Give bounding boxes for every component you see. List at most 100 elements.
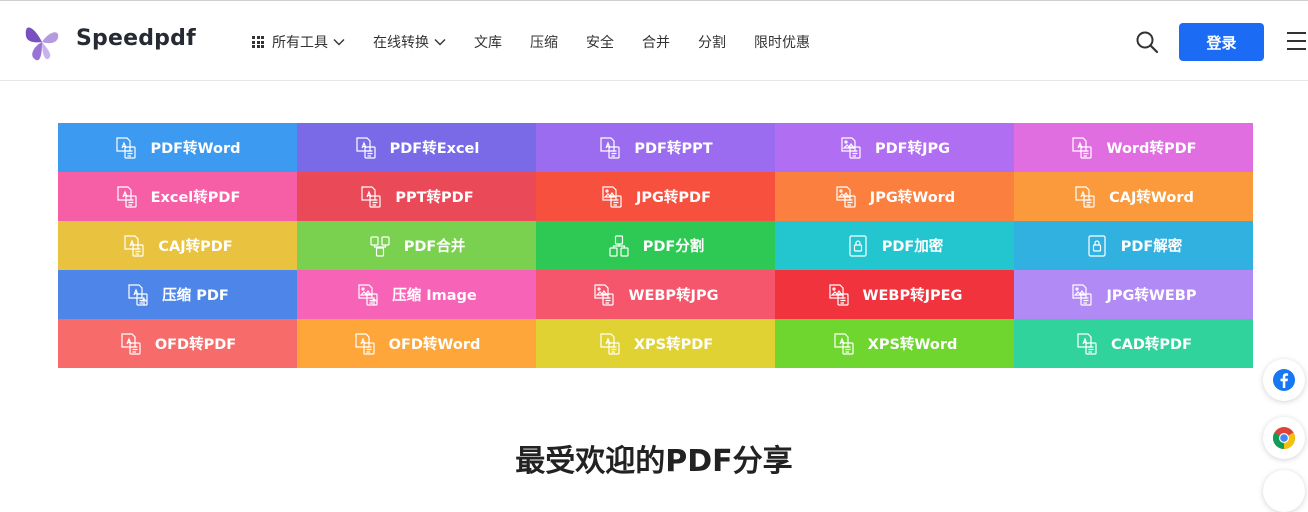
tool-tile-pdf-to-excel[interactable]: PDF转Excel <box>297 123 536 172</box>
pdf-decrypt-icon <box>1085 234 1121 258</box>
caj-to-word-icon <box>1073 185 1109 209</box>
tool-tile-ofd-to-pdf[interactable]: OFD转PDF <box>58 319 297 368</box>
xps-to-word-icon <box>832 332 868 356</box>
tool-tile-pdf-to-ppt[interactable]: PDF转PPT <box>536 123 775 172</box>
tool-tile-pdf-decrypt[interactable]: PDF解密 <box>1014 221 1253 270</box>
tool-label: CAD转PDF <box>1111 337 1192 353</box>
nav-item-split[interactable]: 分割 <box>698 31 726 53</box>
tool-tile-caj-to-pdf[interactable]: CAJ转PDF <box>58 221 297 270</box>
tool-tile-compress-image[interactable]: 压缩 Image <box>297 270 536 319</box>
nav-item-limited-offer[interactable]: 限时优惠 <box>754 31 810 53</box>
jpg-to-pdf-icon <box>600 185 636 209</box>
pdf-to-word-icon <box>114 136 150 160</box>
nav-item-label: 所有工具 <box>272 35 328 51</box>
section-title: 最受欢迎的PDF分享 <box>515 444 793 479</box>
facebook-share-button[interactable] <box>1263 359 1305 401</box>
tool-tile-cad-to-pdf[interactable]: CAD转PDF <box>1014 319 1253 368</box>
tool-label: CAJ转PDF <box>158 239 233 255</box>
compress-image-icon <box>356 283 392 307</box>
tool-tile-compress-pdf[interactable]: 压缩 PDF <box>58 270 297 319</box>
webp-to-jpeg-icon <box>827 283 863 307</box>
tool-label: WEBP转JPEG <box>862 288 963 304</box>
tool-tile-pdf-to-word[interactable]: PDF转Word <box>58 123 297 172</box>
nav-item-merge[interactable]: 合并 <box>642 31 670 53</box>
tool-label: Word转PDF <box>1106 141 1197 157</box>
chevron-down-icon <box>434 39 446 46</box>
excel-to-pdf-icon <box>115 185 151 209</box>
tool-label: CAJ转Word <box>1109 190 1194 206</box>
nav-item-label: 在线转换 <box>373 35 429 51</box>
tool-label: PDF合并 <box>403 239 466 255</box>
pdf-encrypt-icon <box>846 234 882 258</box>
grid-icon <box>252 36 264 48</box>
nav-item-library[interactable]: 文库 <box>474 31 502 53</box>
tool-tile-xps-to-pdf[interactable]: XPS转PDF <box>536 319 775 368</box>
caj-to-pdf-icon <box>122 234 158 258</box>
tool-label: PPT转PDF <box>395 190 474 206</box>
tool-label: 压缩 PDF <box>162 288 229 304</box>
butterfly-logo-icon[interactable] <box>20 22 64 62</box>
main-nav: 所有工具 在线转换 文库 压缩 安全 合并 分割 限时优惠 <box>252 31 838 53</box>
tool-label: WEBP转JPG <box>628 288 719 304</box>
word-to-pdf-icon <box>1070 136 1106 160</box>
tool-tile-caj-to-word[interactable]: CAJ转Word <box>1014 172 1253 221</box>
tool-label: JPG转WEBP <box>1106 288 1197 304</box>
chevron-down-icon <box>333 39 345 46</box>
login-button[interactable]: 登录 <box>1179 23 1264 61</box>
tool-tile-pdf-merge[interactable]: PDF合并 <box>297 221 536 270</box>
tool-label: PDF转PPT <box>634 141 713 157</box>
webp-to-jpg-icon <box>592 283 628 307</box>
tool-tile-jpg-to-pdf[interactable]: JPG转PDF <box>536 172 775 221</box>
tool-tile-ppt-to-pdf[interactable]: PPT转PDF <box>297 172 536 221</box>
tool-label: Excel转PDF <box>150 190 241 206</box>
tool-tile-pdf-encrypt[interactable]: PDF加密 <box>775 221 1014 270</box>
tool-label: OFD转Word <box>388 337 481 353</box>
ofd-to-word-icon <box>353 332 389 356</box>
cad-to-pdf-icon <box>1075 332 1111 356</box>
tool-tile-word-to-pdf[interactable]: Word转PDF <box>1014 123 1253 172</box>
jpg-to-webp-icon <box>1070 283 1106 307</box>
search-icon[interactable] <box>1135 30 1159 54</box>
chrome-share-button[interactable] <box>1263 417 1305 459</box>
tool-label: PDF解密 <box>1120 239 1183 255</box>
tool-tile-excel-to-pdf[interactable]: Excel转PDF <box>58 172 297 221</box>
pdf-to-ppt-icon <box>598 136 634 160</box>
tool-tile-webp-to-jpg[interactable]: WEBP转JPG <box>536 270 775 319</box>
hamburger-menu-icon[interactable] <box>1287 32 1306 52</box>
compress-pdf-icon <box>126 283 162 307</box>
xps-to-pdf-icon <box>598 332 634 356</box>
ppt-to-pdf-icon <box>359 185 395 209</box>
tool-tile-pdf-to-jpg[interactable]: PDF转JPG <box>775 123 1014 172</box>
brand-name[interactable]: Speedpdf <box>76 26 196 51</box>
site-header: Speedpdf 所有工具 在线转换 文库 压缩 安全 合并 分割 限时优惠 登… <box>0 1 1308 81</box>
tool-label: PDF转JPG <box>875 141 950 157</box>
nav-item-compress[interactable]: 压缩 <box>530 31 558 53</box>
tool-label: PDF分割 <box>642 239 705 255</box>
nav-item-security[interactable]: 安全 <box>586 31 614 53</box>
tool-label: XPS转PDF <box>633 337 714 353</box>
tool-label: PDF加密 <box>881 239 944 255</box>
tool-label: OFD转PDF <box>154 337 237 353</box>
tool-tile-ofd-to-word[interactable]: OFD转Word <box>297 319 536 368</box>
share-button[interactable] <box>1263 470 1305 512</box>
pdf-to-excel-icon <box>354 136 390 160</box>
tool-grid: PDF转Word PDF转Excel PDF转PPT PDF转JPG Word转PDF E… <box>58 123 1253 368</box>
tool-tile-jpg-to-word[interactable]: JPG转Word <box>775 172 1014 221</box>
tool-tile-webp-to-jpeg[interactable]: WEBP转JPEG <box>775 270 1014 319</box>
tool-tile-xps-to-word[interactable]: XPS转Word <box>775 319 1014 368</box>
pdf-merge-icon <box>368 234 404 258</box>
facebook-icon <box>1273 369 1295 391</box>
pdf-split-icon <box>607 234 643 258</box>
tool-tile-pdf-split[interactable]: PDF分割 <box>536 221 775 270</box>
pdf-to-jpg-icon <box>839 136 875 160</box>
ofd-to-pdf-icon <box>119 332 155 356</box>
tool-label: JPG转Word <box>869 190 956 206</box>
tool-label: XPS转Word <box>867 337 958 353</box>
nav-item-online-convert[interactable]: 在线转换 <box>373 31 446 53</box>
tool-label: PDF转Excel <box>389 141 480 157</box>
chrome-icon <box>1273 427 1295 449</box>
tool-tile-jpg-to-webp[interactable]: JPG转WEBP <box>1014 270 1253 319</box>
jpg-to-word-icon <box>834 185 870 209</box>
tool-label: JPG转PDF <box>636 190 711 206</box>
nav-item-all-tools[interactable]: 所有工具 <box>252 31 345 53</box>
